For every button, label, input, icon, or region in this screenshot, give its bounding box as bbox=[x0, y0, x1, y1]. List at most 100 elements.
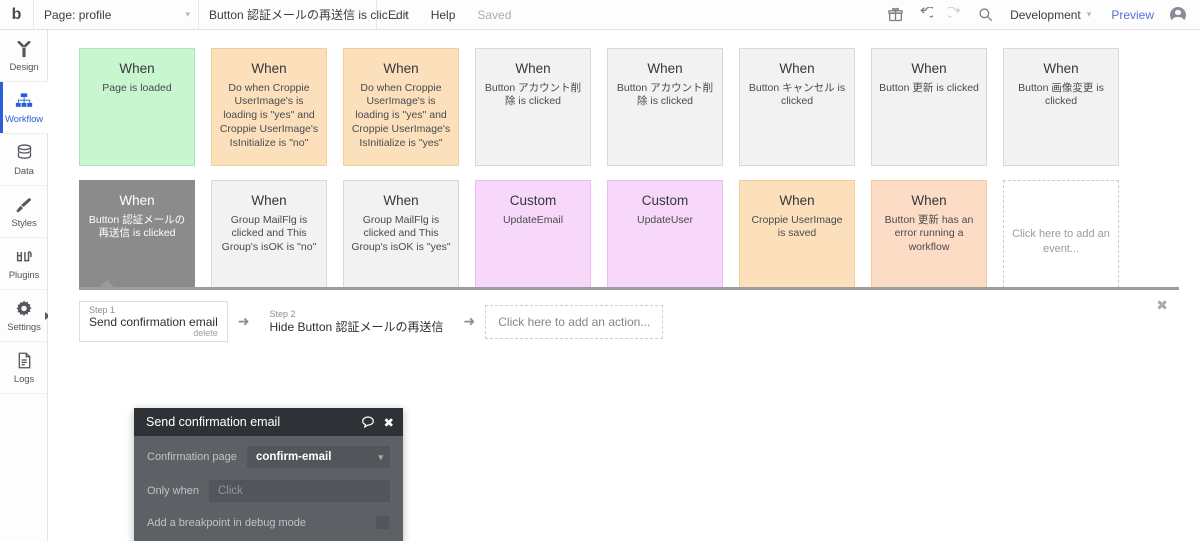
close-icon[interactable]: ✖ bbox=[384, 415, 394, 430]
confirmation-page-label: Confirmation page bbox=[147, 451, 237, 463]
event-card-desc: Button キャンセル is clicked bbox=[748, 81, 846, 108]
plugins-icon bbox=[14, 247, 34, 267]
left-sidebar: Design Workflow Data Styles Plugins Sett… bbox=[0, 30, 50, 541]
event-card-title: When bbox=[383, 193, 419, 208]
editor-title: Send confirmation email bbox=[146, 415, 281, 429]
saved-status: Saved bbox=[466, 8, 522, 22]
step-list: Step 1 Send confirmation email delete ➜ … bbox=[79, 301, 664, 342]
page-selector[interactable]: Page: profile ▾ bbox=[34, 0, 199, 29]
action-property-editor: Send confirmation email ✖ Confirmation p… bbox=[134, 408, 403, 541]
event-card[interactable]: Custom UpdateEmail bbox=[475, 180, 591, 298]
event-card-desc: Button 画像変更 is clicked bbox=[1018, 81, 1104, 108]
event-card[interactable]: When Button 更新 has an error running a wo… bbox=[871, 180, 987, 298]
add-event-card[interactable]: Click here to add an event... bbox=[1003, 180, 1119, 298]
environment-selector[interactable]: Development ▾ bbox=[1000, 8, 1099, 22]
event-card-title: When bbox=[119, 61, 155, 76]
event-card-title: When bbox=[383, 61, 419, 76]
redo-icon[interactable] bbox=[940, 0, 970, 29]
event-card-title: Custom bbox=[641, 193, 689, 208]
search-icon[interactable] bbox=[970, 0, 1000, 29]
sidebar-item-plugins[interactable]: Plugins bbox=[0, 238, 48, 290]
event-card-row-2: When Button 認証メールの再送信 is clicked When Gr… bbox=[48, 180, 1135, 298]
sidebar-item-logs[interactable]: Logs bbox=[0, 342, 48, 394]
sidebar-item-styles[interactable]: Styles bbox=[0, 186, 48, 238]
close-icon[interactable]: ✖ bbox=[1156, 298, 1168, 312]
event-card[interactable]: When Button アカウント削除 is clicked bbox=[607, 48, 723, 166]
edit-menu[interactable]: Edit bbox=[377, 0, 420, 29]
step-strip: Step 1 Send confirmation email delete ➜ … bbox=[79, 287, 1179, 349]
event-selector[interactable]: Button 認証メールの再送信 is clic... ▾ bbox=[199, 0, 408, 29]
event-card[interactable]: When Do when Croppie UserImage's is load… bbox=[211, 48, 327, 166]
event-card-desc: Page is loaded bbox=[102, 81, 172, 94]
event-card[interactable]: When Page is loaded bbox=[79, 48, 195, 166]
step-arrow-icon: ➜ bbox=[463, 313, 476, 329]
workflow-icon bbox=[14, 91, 34, 111]
event-card-desc: Button 更新 has an error running a workflo… bbox=[884, 213, 974, 254]
event-card-desc: Button 更新 is clicked bbox=[879, 81, 979, 94]
top-bar: b Page: profile ▾ Button 認証メールの再送信 is cl… bbox=[0, 0, 1200, 30]
step-item-1[interactable]: Step 1 Send confirmation email delete bbox=[79, 301, 228, 342]
sidebar-item-workflow[interactable]: Workflow bbox=[0, 82, 48, 134]
event-card[interactable]: When Button キャンセル is clicked bbox=[739, 48, 855, 166]
event-card-title: When bbox=[911, 193, 947, 208]
edit-menu-label: Edit bbox=[388, 7, 409, 22]
event-card[interactable]: When Group MailFlg is clicked and This G… bbox=[343, 180, 459, 298]
sidebar-item-settings[interactable]: Settings bbox=[0, 290, 50, 342]
help-menu-label: Help bbox=[430, 7, 456, 22]
event-card-desc: Do when Croppie UserImage's is loading i… bbox=[219, 81, 319, 149]
only-when-input[interactable]: Click bbox=[209, 480, 390, 502]
event-card[interactable]: When Button アカウント削除 is clicked bbox=[475, 48, 591, 166]
event-card-desc: Croppie UserImage is saved bbox=[751, 213, 843, 240]
editor-body: Confirmation page confirm-email ▾ Only w… bbox=[134, 436, 403, 541]
event-card[interactable]: When Button 更新 is clicked bbox=[871, 48, 987, 166]
sidebar-item-label: Settings bbox=[7, 321, 41, 333]
editor-header: Send confirmation email ✖ bbox=[134, 408, 403, 436]
add-action-button[interactable]: Click here to add an action... bbox=[485, 304, 664, 339]
undo-icon[interactable] bbox=[910, 0, 940, 29]
chevron-down-icon: ▾ bbox=[185, 9, 190, 19]
confirmation-page-select[interactable]: confirm-email ▾ bbox=[247, 446, 390, 468]
sidebar-item-data[interactable]: Data bbox=[0, 134, 48, 186]
event-card[interactable]: When Group MailFlg is clicked and This G… bbox=[211, 180, 327, 298]
event-card-desc: Group MailFlg is clicked and This Group'… bbox=[221, 213, 317, 254]
event-card-row-1: When Page is loaded When Do when Croppie… bbox=[48, 48, 1135, 166]
event-card-title: Custom bbox=[509, 193, 557, 208]
styles-icon bbox=[14, 195, 34, 215]
add-event-label: Click here to add an event... bbox=[1012, 228, 1110, 255]
avatar[interactable] bbox=[1170, 6, 1186, 23]
event-card-title: When bbox=[1043, 61, 1079, 76]
event-card[interactable]: When Button 画像変更 is clicked bbox=[1003, 48, 1119, 166]
event-card[interactable]: When Croppie UserImage is saved bbox=[739, 180, 855, 298]
only-when-label: Only when bbox=[147, 485, 199, 497]
event-card-desc: Button 認証メールの再送信 is clicked bbox=[88, 213, 186, 240]
event-card[interactable]: Custom UpdateUser bbox=[607, 180, 723, 298]
settings-icon bbox=[14, 299, 34, 319]
event-card-title: When bbox=[779, 61, 815, 76]
confirmation-page-row: Confirmation page confirm-email ▾ bbox=[147, 446, 390, 468]
step-delete-link[interactable]: delete bbox=[89, 329, 218, 339]
event-card-title: When bbox=[251, 61, 287, 76]
logo-text: b bbox=[11, 5, 22, 23]
breakpoint-label: Add a breakpoint in debug mode bbox=[147, 516, 307, 529]
breakpoint-checkbox[interactable] bbox=[376, 516, 389, 529]
event-card-title: When bbox=[779, 193, 815, 208]
bubble-logo[interactable]: b bbox=[0, 0, 34, 29]
help-menu[interactable]: Help bbox=[420, 0, 467, 29]
event-card-selected[interactable]: When Button 認証メールの再送信 is clicked bbox=[79, 180, 195, 298]
chevron-down-icon: ▾ bbox=[378, 451, 383, 462]
event-card[interactable]: When Do when Croppie UserImage's is load… bbox=[343, 48, 459, 166]
event-card-desc: UpdateEmail bbox=[502, 213, 564, 226]
event-card-desc: Do when Croppie UserImage's is loading i… bbox=[351, 81, 451, 149]
sidebar-item-design[interactable]: Design bbox=[0, 30, 48, 82]
event-card-title: When bbox=[647, 61, 683, 76]
step-item-2[interactable]: Step 2 Hide Button 認証メールの再送信 bbox=[259, 301, 454, 342]
event-card-title: When bbox=[515, 61, 551, 76]
comment-icon[interactable] bbox=[361, 415, 375, 429]
event-card-desc: Button アカウント削除 is clicked bbox=[484, 81, 582, 108]
gift-icon[interactable] bbox=[880, 0, 910, 29]
saved-status-label: Saved bbox=[477, 7, 512, 22]
sidebar-item-label: Logs bbox=[13, 373, 35, 385]
data-icon bbox=[15, 143, 34, 163]
sidebar-item-label: Workflow bbox=[4, 113, 44, 125]
preview-button[interactable]: Preview bbox=[1099, 8, 1166, 22]
